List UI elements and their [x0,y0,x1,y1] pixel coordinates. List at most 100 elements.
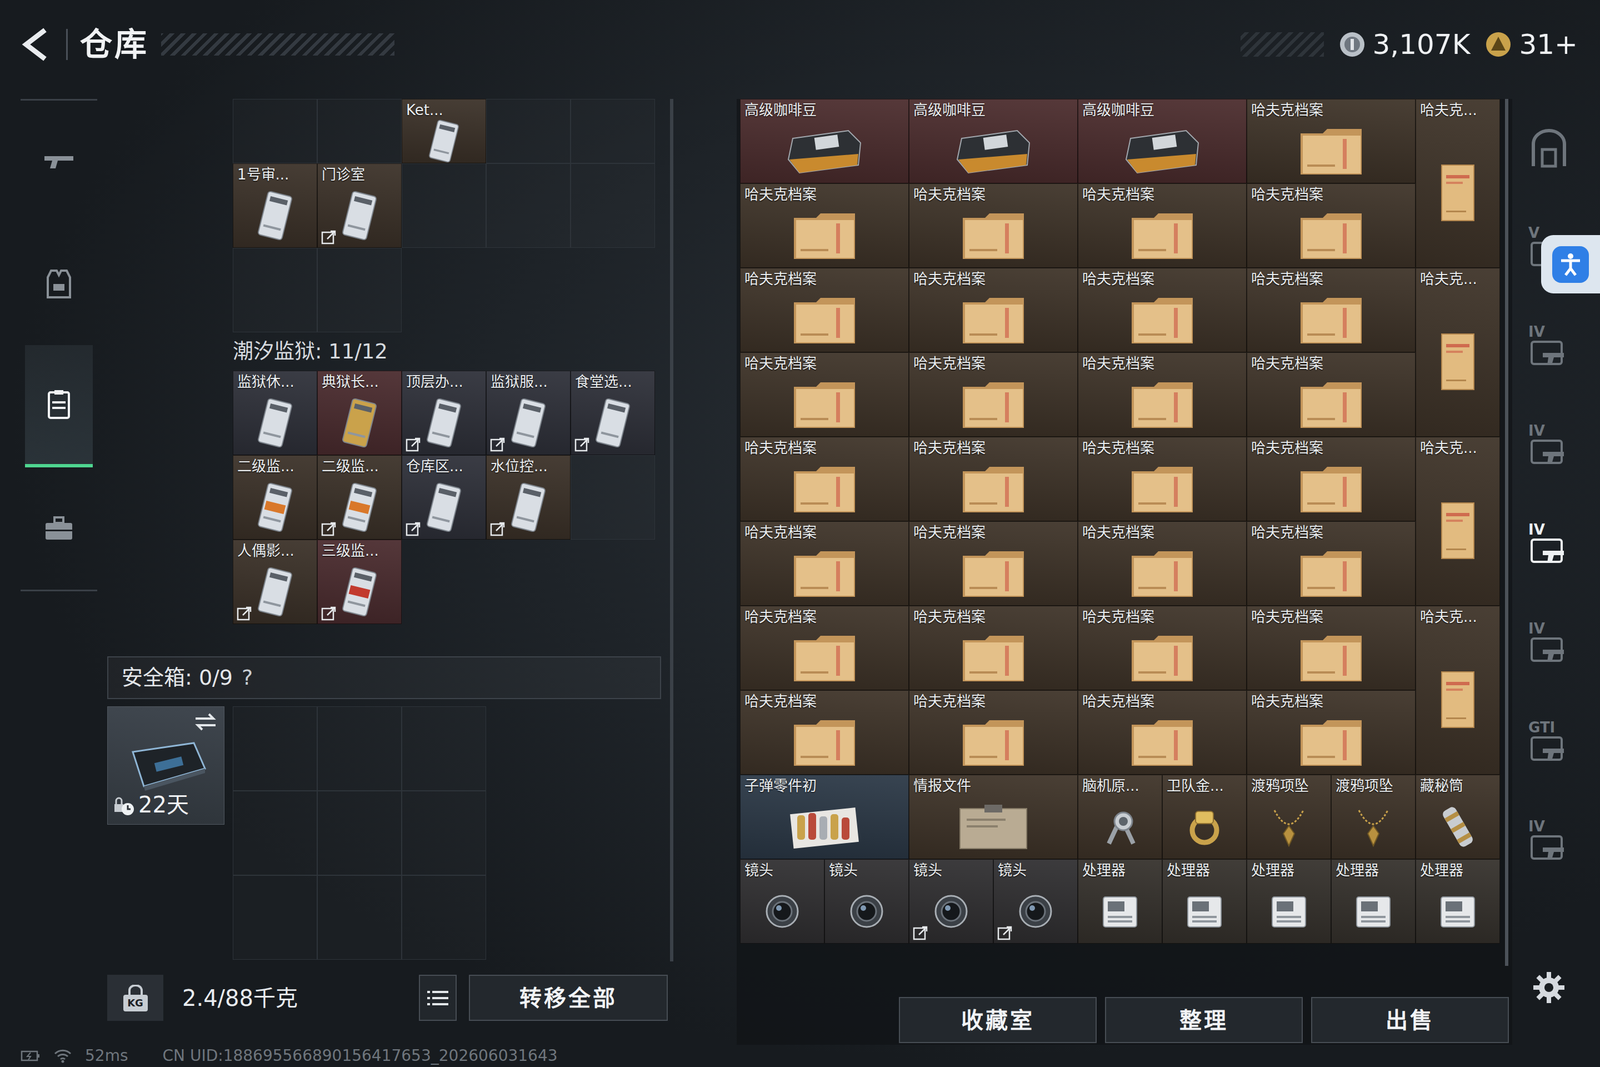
inventory-item[interactable]: 哈夫克档案 [908,267,1078,353]
empty-slot[interactable] [317,247,402,333]
inventory-item[interactable]: 渡鸦项坠 [1331,774,1416,859]
weight-lock[interactable]: KG [107,974,164,1021]
inventory-item[interactable]: 处理器 [1077,858,1163,944]
inventory-item[interactable]: 哈夫克档案 [740,690,909,775]
swap-icon[interactable] [193,711,218,732]
inventory-item[interactable]: 情报文件 [908,774,1078,859]
inventory-item[interactable]: 哈夫克档案 [1246,183,1416,268]
inventory-item[interactable]: 处理器 [1331,858,1416,944]
nav-item[interactable] [20,100,98,223]
inventory-item[interactable]: 哈夫克档案 [1077,352,1247,437]
inventory-item[interactable]: 哈夫克档案 [740,436,909,522]
empty-slot[interactable] [401,790,487,875]
inventory-item[interactable]: 哈夫克档案 [1246,352,1416,437]
warehouse-tab[interactable]: IV [1520,296,1577,396]
empty-slot[interactable] [486,98,571,164]
inventory-item[interactable]: 哈夫克档案 [740,352,909,437]
inventory-item[interactable]: 哈夫克档案 [740,605,909,690]
empty-slot[interactable] [317,875,402,960]
safe-case[interactable]: 22天 [107,706,225,825]
inventory-item[interactable]: 顶层办... [401,370,487,455]
inventory-item[interactable]: 1号审... [232,163,318,248]
empty-slot[interactable] [570,163,655,248]
inventory-item[interactable]: 哈夫克档案 [908,352,1078,437]
inventory-item[interactable]: 渡鸦项坠 [1246,774,1332,859]
warehouse-tab[interactable]: GTI [1520,692,1577,792]
nav-item[interactable] [20,467,98,590]
warehouse-button[interactable]: 整理 [1105,996,1303,1043]
empty-slot[interactable] [232,98,318,164]
empty-slot[interactable] [232,706,318,791]
transfer-all-button[interactable]: 转移全部 [468,974,668,1021]
inventory-item[interactable]: 哈夫克档案 [1077,690,1247,775]
inventory-item[interactable]: 高级咖啡豆 [908,98,1078,184]
nav-item[interactable] [25,345,93,468]
inventory-item[interactable]: 处理器 [1246,858,1332,944]
empty-slot[interactable] [401,706,487,791]
inventory-item[interactable]: 门诊室 [317,163,402,248]
inventory-item[interactable]: 镜头 [993,858,1078,944]
inventory-item[interactable]: 哈夫克档案 [1246,267,1416,353]
inventory-item[interactable]: 哈夫克档案 [1077,605,1247,690]
inventory-item[interactable]: 食堂选... [570,370,655,455]
inventory-item[interactable]: 二级监... [232,455,318,540]
inventory-item[interactable]: 水位控... [486,455,571,540]
inventory-item[interactable]: Ket... [401,98,487,164]
warehouse-tab[interactable]: IV [1520,791,1577,890]
empty-slot[interactable] [232,790,318,875]
inventory-item[interactable]: 镜头 [908,858,994,944]
inventory-item[interactable]: 高级咖啡豆 [1077,98,1247,184]
inventory-item[interactable]: 哈夫克档案 [1246,690,1416,775]
back-icon[interactable] [20,26,52,63]
accessibility-button[interactable] [1541,235,1600,294]
warehouse-button[interactable]: 收藏室 [898,996,1097,1043]
empty-slot[interactable] [401,875,487,960]
warehouse-tab[interactable]: IV [1520,494,1577,594]
gear-icon[interactable] [1531,969,1567,1005]
empty-slot[interactable] [317,790,402,875]
empty-slot[interactable] [232,247,318,333]
help-button[interactable]: ? [241,661,253,694]
inventory-item[interactable]: 典狱长... [317,370,402,455]
inventory-item[interactable]: 哈夫克档案 [1246,521,1416,606]
empty-slot[interactable] [232,875,318,960]
inventory-item[interactable]: 哈夫克档案 [908,690,1078,775]
inventory-item[interactable]: 仓库区... [401,455,487,540]
inventory-item[interactable]: 处理器 [1162,858,1247,944]
inventory-item[interactable]: 哈夫克... [1415,605,1500,775]
inventory-item[interactable]: 哈夫克档案 [908,521,1078,606]
inventory-item[interactable]: 三级监... [317,539,402,624]
empty-slot[interactable] [570,455,655,540]
inventory-item[interactable]: 子弹零件初 [740,774,909,859]
inventory-item[interactable]: 镜头 [740,858,825,944]
inventory-item[interactable]: 哈夫克档案 [908,605,1078,690]
empty-slot[interactable] [401,163,487,248]
inventory-item[interactable]: 卫队金... [1162,774,1247,859]
inventory-item[interactable]: 哈夫克档案 [1077,436,1247,522]
inventory-item[interactable]: 哈夫克档案 [740,521,909,606]
inventory-item[interactable]: 哈夫克... [1415,267,1500,437]
empty-slot[interactable] [317,98,402,164]
inventory-item[interactable]: 高级咖啡豆 [740,98,909,184]
warehouse-tab[interactable]: IV [1520,395,1577,495]
inventory-item[interactable]: 哈夫克档案 [740,267,909,353]
inventory-item[interactable]: 哈夫克档案 [1246,436,1416,522]
inventory-item[interactable]: 哈夫克... [1415,436,1500,606]
empty-slot[interactable] [570,98,655,164]
scrollbar[interactable] [1505,98,1509,966]
warehouse-tab[interactable]: IV [1520,593,1577,693]
list-button[interactable] [418,974,457,1021]
inventory-item[interactable]: 哈夫克档案 [908,436,1078,522]
empty-slot[interactable] [486,163,571,248]
inventory-item[interactable]: 哈夫克档案 [1077,183,1247,268]
inventory-item[interactable]: 哈夫克档案 [740,183,909,268]
inventory-item[interactable]: 监狱休... [232,370,318,455]
nav-item[interactable] [20,222,98,345]
inventory-item[interactable]: 哈夫克档案 [1246,605,1416,690]
inventory-item[interactable]: 藏秘筒 [1415,774,1500,859]
inventory-item[interactable]: 哈夫克档案 [1246,98,1416,184]
inventory-item[interactable]: 二级监... [317,455,402,540]
inventory-item[interactable]: 哈夫克档案 [1077,267,1247,353]
inventory-item[interactable]: 哈夫克... [1415,98,1500,268]
inventory-item[interactable]: 哈夫克档案 [908,183,1078,268]
